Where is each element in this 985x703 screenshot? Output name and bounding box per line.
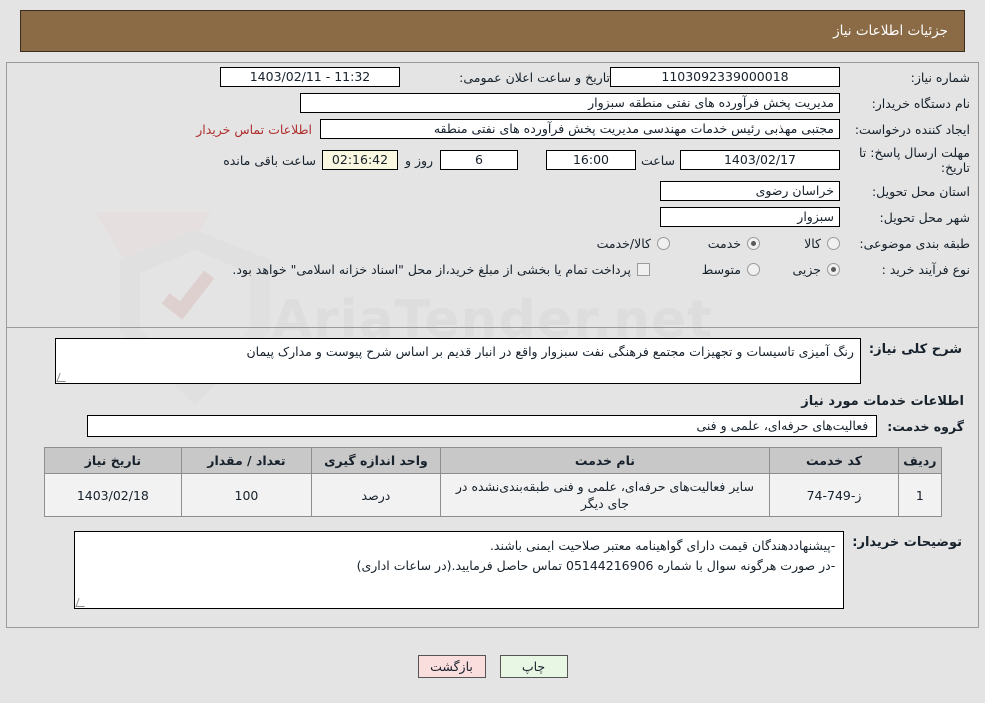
announce-value: 11:32 - 1403/02/11 (220, 67, 400, 87)
page-root: AriaTender.net جزئیات اطلاعات نیاز شماره… (0, 0, 985, 703)
deadline-label: مهلت ارسال پاسخ: تا تاریخ: (859, 145, 970, 175)
col-date: تاریخ نیاز (43, 447, 183, 474)
cell-name: سایر فعالیت‌های حرفه‌ای، علمی و فنی طبقه… (440, 473, 770, 517)
row-process-type: نوع فرآیند خرید : جزیی متوسط پرداخت تمام… (7, 257, 978, 281)
deadline-time-value: 16:00 (546, 150, 636, 170)
buyer-org-value: مدیریت پخش فرآورده های نفتی منطقه سبزوار (300, 93, 840, 113)
category-option-goods[interactable]: کالا (760, 236, 840, 251)
services-section-title: اطلاعات خدمات مورد نیاز (801, 394, 964, 409)
city-label: شهر محل تحویل: (879, 209, 970, 225)
requester-label: ایجاد کننده درخواست: (854, 121, 970, 137)
buyer-notes-label: توضیحات خریدار: (852, 535, 962, 550)
action-buttons: چاپ بازگشت (0, 655, 985, 678)
row-deadline: مهلت ارسال پاسخ: تا تاریخ: 1403/02/17 سا… (7, 143, 978, 177)
buyer-notes-value: -پیشنهاددهندگان قیمت دارای گواهینامه معت… (74, 531, 845, 609)
cell-index: 1 (898, 473, 942, 517)
treasury-checkbox-label: پرداخت تمام یا بخشی از مبلغ خرید،از محل … (232, 261, 631, 277)
city-value: سبزوار (660, 207, 840, 227)
radio-icon-goods-service[interactable] (657, 236, 670, 250)
service-group-row: گروه خدمت: فعالیت‌های حرفه‌ای، علمی و فن… (7, 413, 978, 447)
radio-icon-minor[interactable] (827, 262, 840, 276)
remaining-days-value: 6 (440, 150, 518, 170)
treasury-checkbox-row[interactable]: پرداخت تمام یا بخشی از مبلغ خرید،از محل … (232, 262, 650, 277)
province-label: استان محل تحویل: (871, 183, 970, 199)
requester-value: مجتبی مهذبی رئیس خدمات مهندسی مدیریت پخش… (320, 119, 840, 139)
days-label: روز و (404, 152, 434, 168)
col-name: نام خدمت (440, 447, 770, 474)
remaining-label: ساعت باقی مانده (223, 152, 316, 168)
checkbox-icon-treasury[interactable] (637, 262, 650, 276)
row-city: شهر محل تحویل: سبزوار (7, 205, 978, 229)
description-text: رنگ آمیزی تاسیسات و تجهیزات مجتمع فرهنگی… (246, 344, 854, 359)
cell-unit: درصد (310, 473, 442, 517)
table-row: 1 ز-749-74 سایر فعالیت‌های حرفه‌ای، علمی… (43, 473, 942, 517)
description-label: شرح کلی نیاز: (868, 342, 962, 357)
category-option-goods-label: کالا (804, 235, 821, 251)
category-option-service[interactable]: خدمت (670, 236, 760, 251)
row-buyer-org: نام دستگاه خریدار: مدیریت پخش فرآورده ها… (7, 91, 978, 115)
col-code: کد خدمت (768, 447, 900, 474)
cell-code: ز-749-74 (768, 473, 900, 517)
process-label: نوع فرآیند خرید : (881, 261, 970, 277)
category-label: طبقه بندی موضوعی: (859, 235, 970, 251)
details-panel: شماره نیاز: 1103092339000018 تاریخ و ساع… (6, 62, 979, 628)
notes-resize-handle-icon[interactable] (75, 598, 88, 607)
col-index: ردیف (898, 447, 942, 474)
need-number-value: 1103092339000018 (610, 67, 840, 87)
row-province: استان محل تحویل: خراسان رضوی (7, 179, 978, 203)
radio-icon-medium[interactable] (747, 262, 760, 276)
row-category: طبقه بندی موضوعی: کالا خدمت کالا/خدمت (7, 231, 978, 255)
countdown-value: 02:16:42 (322, 150, 398, 170)
process-option-minor-label: جزیی (792, 261, 821, 277)
buyer-notes-line-2: -در صورت هرگونه سوال با شماره 0514421690… (356, 558, 836, 573)
print-button[interactable]: چاپ (499, 655, 568, 678)
announce-label: تاریخ و ساعت اعلان عمومی: (459, 69, 610, 85)
process-option-medium[interactable]: متوسط (660, 262, 760, 277)
services-table: ردیف کد خدمت نام خدمت واحد اندازه گیری ت… (43, 447, 942, 517)
cell-date: 1403/02/18 (43, 473, 183, 517)
buyer-notes-line-1: -پیشنهاددهندگان قیمت دارای گواهینامه معت… (489, 538, 836, 553)
col-unit: واحد اندازه گیری (310, 447, 442, 474)
buyer-notes-row: توضیحات خریدار: -پیشنهاددهندگان قیمت دار… (7, 517, 978, 619)
page-header: جزئیات اطلاعات نیاز (20, 10, 965, 52)
row-need-number: شماره نیاز: 1103092339000018 تاریخ و ساع… (7, 65, 978, 89)
page-title: جزئیات اطلاعات نیاز (833, 23, 948, 39)
table-header-row: ردیف کد خدمت نام خدمت واحد اندازه گیری ت… (43, 447, 942, 474)
description-row: شرح کلی نیاز: رنگ آمیزی تاسیسات و تجهیزا… (7, 338, 978, 384)
service-group-value: فعالیت‌های حرفه‌ای، علمی و فنی (87, 415, 878, 437)
back-button[interactable]: بازگشت (417, 655, 486, 678)
process-option-medium-label: متوسط (701, 261, 741, 277)
services-section: شرح کلی نیاز: رنگ آمیزی تاسیسات و تجهیزا… (7, 328, 978, 627)
process-option-minor[interactable]: جزیی (760, 262, 840, 277)
col-quantity: تعداد / مقدار (181, 447, 312, 474)
row-requester: ایجاد کننده درخواست: مجتبی مهذبی رئیس خد… (7, 117, 978, 141)
buyer-org-label: نام دستگاه خریدار: (871, 95, 970, 111)
category-option-service-label: خدمت (707, 235, 741, 251)
category-option-goods-service-label: کالا/خدمت (596, 235, 651, 251)
service-group-label: گروه خدمت: (887, 418, 964, 434)
deadline-time-label: ساعت (640, 152, 675, 168)
buyer-contact-link[interactable]: اطلاعات تماس خریدار (196, 122, 312, 137)
deadline-date-value: 1403/02/17 (680, 150, 840, 170)
description-value: رنگ آمیزی تاسیسات و تجهیزات مجتمع فرهنگی… (54, 338, 861, 384)
summary-section: شماره نیاز: 1103092339000018 تاریخ و ساع… (7, 65, 978, 327)
province-value: خراسان رضوی (660, 181, 840, 201)
category-option-goods-service[interactable]: کالا/خدمت (550, 236, 670, 251)
need-number-label: شماره نیاز: (910, 69, 970, 85)
cell-quantity: 100 (181, 473, 312, 517)
radio-icon-service[interactable] (747, 236, 760, 250)
resize-handle-icon[interactable] (56, 373, 69, 382)
radio-icon-goods[interactable] (827, 236, 840, 250)
